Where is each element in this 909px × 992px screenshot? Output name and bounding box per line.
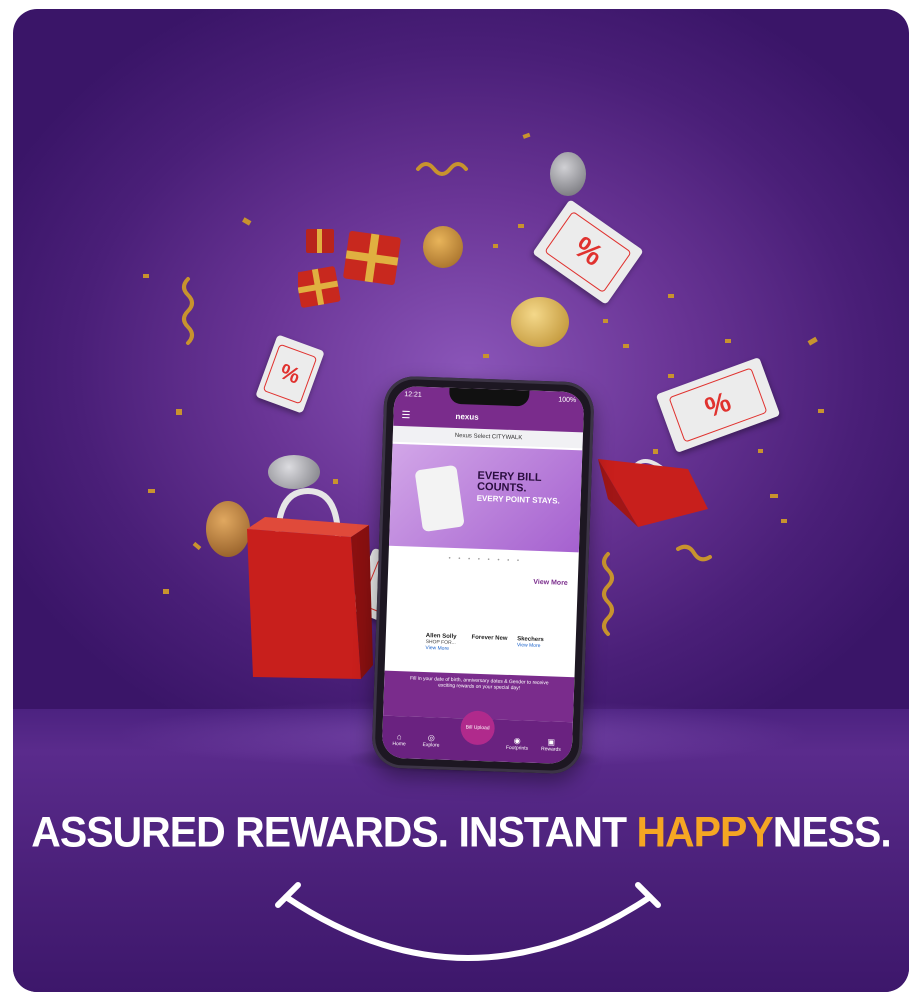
headline-highlight: HAPPY	[636, 807, 773, 857]
brand-card[interactable]: Forever New	[471, 635, 515, 643]
promo-banner[interactable]: EVERY BILL COUNTS. EVERY POINT STAYS.	[388, 443, 583, 553]
ribbon-curl	[416, 162, 468, 176]
app-screen: 12:21 100% ☰ nexus Nexus Select CITYWALK…	[381, 385, 585, 765]
banner-headline: EVERY BILL COUNTS.	[476, 469, 542, 495]
bill-upload-button[interactable]: Bill Upload	[460, 710, 496, 746]
red-shopping-bag	[247, 487, 373, 679]
headline: ASSURED REWARDS. INSTANT HAPPYNESS.	[13, 808, 909, 857]
promo-poster: % % % % 12:21 100% ☰ nexus Nexus Select …	[13, 9, 909, 992]
menu-icon[interactable]: ☰	[401, 410, 410, 421]
gold-coin	[423, 226, 463, 268]
silver-coin	[550, 152, 586, 196]
banner-phone-image	[414, 464, 465, 533]
smile-arc	[275, 882, 661, 961]
banner-subheadline: EVERY POINT STAYS.	[476, 493, 560, 506]
nav-home[interactable]: ⌂ Home	[384, 732, 415, 748]
compass-icon: ◎	[427, 733, 435, 743]
smartphone: 12:21 100% ☰ nexus Nexus Select CITYWALK…	[371, 375, 595, 775]
phone-notch	[448, 387, 530, 407]
app-logo: nexus	[455, 411, 479, 422]
nav-rewards[interactable]: ▣ Rewards	[536, 737, 567, 753]
gift-boxes	[298, 229, 401, 308]
headline-part2: NESS.	[772, 807, 892, 857]
gold-coin	[511, 297, 569, 347]
brand-card[interactable]: Skechers View More	[517, 636, 561, 650]
carousel-dots[interactable]: • • • • • • • •	[448, 556, 522, 565]
nav-footprints[interactable]: ◉ Footprints	[502, 736, 533, 752]
battery-status: 100%	[558, 396, 577, 405]
headline-part1: ASSURED REWARDS. INSTANT	[31, 807, 637, 857]
ribbon-curl	[602, 552, 614, 636]
ribbon-curl	[182, 277, 194, 345]
red-shopping-bag	[598, 459, 708, 527]
brand-list: Allen Solly SHOP FOR... View More Forever …	[425, 633, 576, 656]
status-time: 12:21	[404, 391, 422, 399]
view-more-link[interactable]: View More	[533, 579, 568, 587]
ribbon-curl	[676, 544, 712, 562]
brand-card[interactable]: Allen Solly SHOP FOR... View More	[425, 633, 470, 653]
nav-explore[interactable]: ◎ Explore	[416, 733, 447, 749]
bottom-nav: ⌂ Home ◎ Explore Bill Upload ◉ Footprints ▣…	[381, 710, 573, 765]
